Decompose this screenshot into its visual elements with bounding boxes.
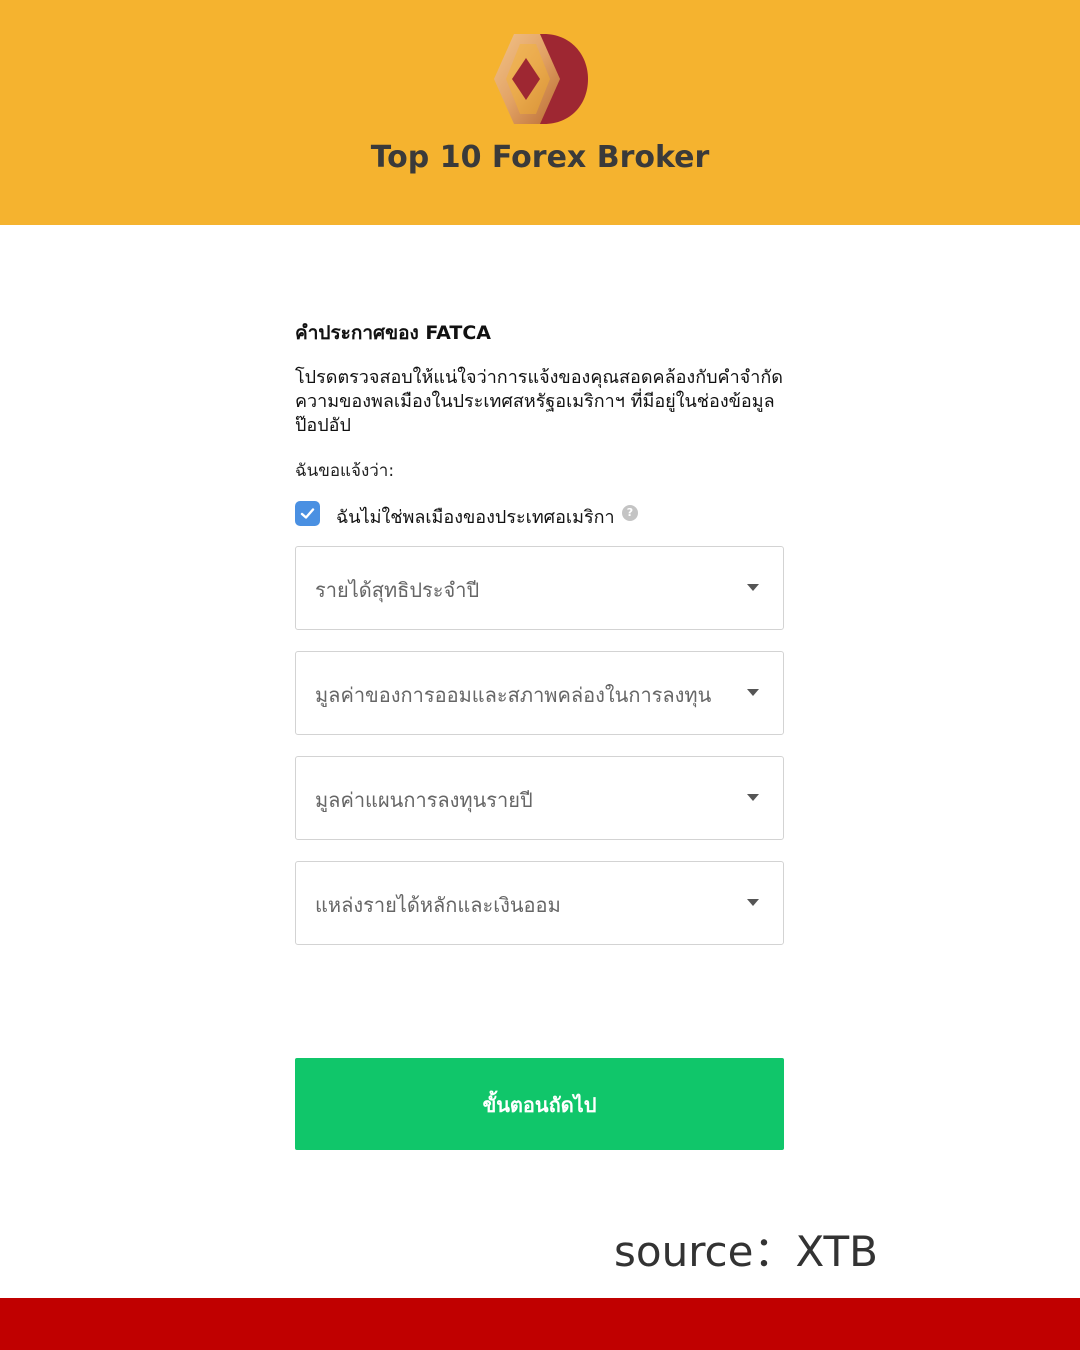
caret-down-icon (747, 899, 759, 906)
diamond-d-logo (494, 34, 588, 124)
declare-label: ฉันขอแจ้งว่า: (295, 461, 395, 481)
caret-down-icon (747, 794, 759, 801)
form-description: โปรดตรวจสอบให้แน่ใจว่าการแจ้งของคุณสอดคล… (295, 367, 783, 436)
select-placeholder: มูลค่าแผนการลงทุนรายปี (315, 788, 533, 812)
select-placeholder: มูลค่าของการออมและสภาพคล่องในการลงทุน (315, 683, 712, 707)
citizenship-checkbox-row[interactable]: ฉันไม่ใช่พลเมืองของประเทศอเมริกา ? (295, 501, 785, 528)
select-placeholder: แหล่งรายได้หลักและเงินออม (315, 893, 561, 917)
citizenship-checkbox[interactable] (295, 501, 320, 526)
brand-title: Top 10 Forex Broker (370, 140, 710, 175)
caret-down-icon (747, 584, 759, 591)
next-step-button[interactable]: ขั้นตอนถัดไป (295, 1058, 784, 1150)
annual-income-select[interactable]: รายได้สุทธิประจำปี (295, 546, 784, 630)
form-title: คำประกาศของ FATCA (295, 322, 492, 344)
savings-liquidity-select[interactable]: มูลค่าของการออมและสภาพคล่องในการลงทุน (295, 651, 784, 735)
caret-down-icon (747, 689, 759, 696)
select-placeholder: รายได้สุทธิประจำปี (315, 578, 480, 602)
header-banner: Top 10 Forex Broker (0, 0, 1080, 225)
next-step-label: ขั้นตอนถัดไป (482, 1093, 597, 1117)
annual-investment-select[interactable]: มูลค่าแผนการลงทุนรายปี (295, 756, 784, 840)
footer-bar (0, 1298, 1080, 1350)
checkmark-icon (300, 508, 315, 519)
citizenship-checkbox-label[interactable]: ฉันไม่ใช่พลเมืองของประเทศอเมริกา (336, 502, 615, 531)
income-source-select[interactable]: แหล่งรายได้หลักและเงินออม (295, 861, 784, 945)
question-icon[interactable]: ? (622, 505, 638, 521)
source-caption: source：XTB (614, 1227, 878, 1276)
